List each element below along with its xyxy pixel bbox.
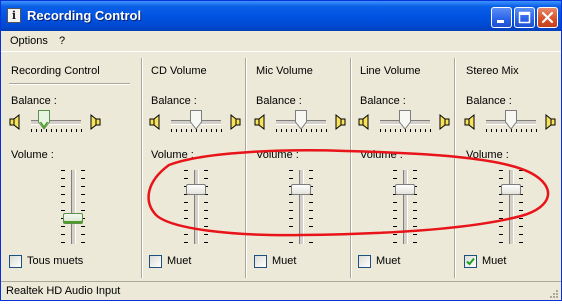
speaker-left-icon [464,113,475,131]
speaker-right-icon [545,113,556,131]
balance-slider-thumb[interactable] [295,110,307,130]
status-bar: Realtek HD Audio Input [1,281,561,300]
strip-title: Mic Volume [256,65,313,77]
balance-label: Balance : [11,95,57,107]
speaker-left-icon [254,113,265,131]
strip-title: Recording Control [11,65,100,77]
speaker-right-icon [230,113,241,131]
maximize-icon [518,11,531,24]
volume-label: Volume : [151,149,194,161]
volume-ticks [81,170,85,243]
mute-label: Muet [482,255,507,267]
balance-label: Balance : [466,95,512,107]
volume-ticks [61,170,65,243]
menu-help[interactable]: ? [59,35,65,47]
close-icon [541,11,554,24]
volume-slider-thumb[interactable] [186,183,206,195]
strip-title: CD Volume [151,65,207,77]
strip-mic-volume: Mic Volume Balance : Volume : Muet [246,53,350,281]
checkbox-box[interactable] [9,255,22,268]
volume-ticks [204,170,208,243]
volume-slider-thumb[interactable] [395,183,415,195]
speaker-left-icon [358,113,369,131]
balance-label: Balance : [256,95,302,107]
minimize-icon [497,20,504,23]
volume-track [509,170,514,244]
volume-ticks [499,170,503,243]
volume-label: Volume : [466,149,509,161]
strip-title: Line Volume [360,65,421,77]
balance-label: Balance : [151,95,197,107]
mute-label: Muet [272,255,297,267]
checkbox-box[interactable] [149,255,162,268]
volume-track [71,170,76,244]
volume-label: Volume : [360,149,403,161]
volume-track [299,170,304,244]
strip-line-volume: Line Volume Balance : Volume : Muet [350,53,454,281]
volume-slider-thumb[interactable] [63,213,83,225]
volume-ticks [184,170,188,243]
close-button[interactable] [537,7,558,28]
app-icon: i [7,8,21,23]
window-title: Recording Control [27,8,142,23]
checkbox-box[interactable] [358,255,371,268]
mute-label: Tous muets [27,255,84,267]
strip-title: Stereo Mix [466,65,519,77]
strip-recording-control: Recording Control Balance : Volume : Tous m… [1,53,141,281]
mute-label: Muet [167,255,192,267]
strip-cd-volume: CD Volume Balance : Volume : Muet [141,53,245,281]
volume-label: Volume : [11,149,54,161]
strip-stereo-mix: Stereo Mix Balance : Volume : Muet [456,53,560,281]
checkbox-box[interactable] [254,255,267,268]
speaker-right-icon [90,113,101,131]
resize-grip-icon[interactable] [548,288,559,299]
volume-track [194,170,199,244]
checkbox-box[interactable] [464,255,477,268]
speaker-right-icon [335,113,346,131]
title-bar[interactable]: i Recording Control [1,1,561,31]
maximize-button[interactable] [514,7,535,28]
balance-slider-thumb[interactable] [190,110,202,130]
volume-slider-thumb[interactable] [291,183,311,195]
volume-ticks [309,170,313,243]
strip-title-rule [9,83,130,85]
balance-slider-thumb[interactable] [505,110,517,130]
volume-ticks [413,170,417,243]
volume-ticks [393,170,397,243]
checkmark-icon [466,257,475,266]
volume-track [403,170,408,244]
status-device: Realtek HD Audio Input [6,285,121,297]
balance-slider-thumb[interactable] [399,110,411,130]
speaker-left-icon [149,113,160,131]
volume-slider-thumb[interactable] [501,183,521,195]
balance-slider-thumb[interactable] [37,110,50,130]
volume-label: Volume : [256,149,299,161]
speaker-left-icon [9,113,20,131]
mute-label: Muet [376,255,401,267]
menu-bar: Options ? [1,31,561,52]
balance-label: Balance : [360,95,406,107]
volume-ticks [519,170,523,243]
speaker-right-icon [439,113,450,131]
menu-options[interactable]: Options [10,35,48,47]
volume-ticks [289,170,293,243]
recording-control-window: i Recording Control Options ? Recording … [0,0,562,301]
minimize-button[interactable] [491,7,512,28]
